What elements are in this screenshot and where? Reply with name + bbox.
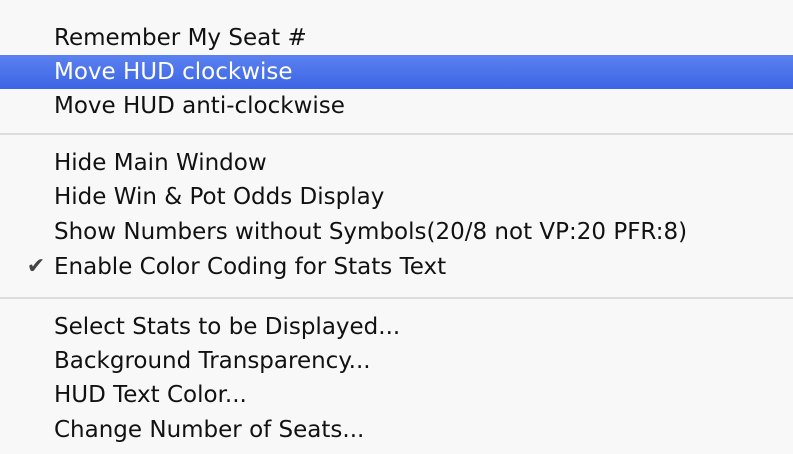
menu-item-move-hud-clockwise[interactable]: Move HUD clockwise	[0, 55, 793, 89]
menu-item-remember-my-seat[interactable]: Remember My Seat #	[0, 21, 793, 55]
menu-separator	[0, 297, 793, 299]
menu-item-select-stats[interactable]: Select Stats to be Displayed...	[0, 310, 793, 344]
menu-item-hide-main-window[interactable]: Hide Main Window	[0, 146, 793, 180]
menu-item-label: Enable Color Coding for Stats Text	[54, 254, 447, 280]
menu-item-hide-win-pot-odds[interactable]: Hide Win & Pot Odds Display	[0, 180, 793, 214]
menu-item-enable-color-coding[interactable]: ✔ Enable Color Coding for Stats Text	[0, 250, 793, 284]
menu-item-label: Hide Main Window	[54, 150, 267, 176]
menu-separator	[0, 133, 793, 135]
menu-item-label: Select Stats to be Displayed...	[54, 314, 401, 340]
menu-item-label: HUD Text Color...	[54, 382, 247, 408]
menu-item-label: Move HUD anti-clockwise	[54, 93, 345, 119]
menu-item-label: Change Number of Seats...	[54, 417, 365, 443]
menu-item-label: Hide Win & Pot Odds Display	[54, 184, 385, 210]
menu-item-label: Show Numbers without Symbols(20/8 not VP…	[54, 219, 688, 245]
menu-item-hud-text-color[interactable]: HUD Text Color...	[0, 378, 793, 412]
menu-item-label: Move HUD clockwise	[54, 59, 293, 85]
checkmark-icon: ✔	[26, 254, 46, 279]
menu-item-move-hud-anti-clockwise[interactable]: Move HUD anti-clockwise	[0, 89, 793, 123]
menu-item-background-transparency[interactable]: Background Transparency...	[0, 344, 793, 378]
context-menu: Remember My Seat # Move HUD clockwise Mo…	[0, 0, 793, 454]
menu-item-change-number-of-seats[interactable]: Change Number of Seats...	[0, 413, 793, 447]
menu-item-label: Remember My Seat #	[54, 25, 307, 51]
menu-item-show-numbers-without-symbols[interactable]: Show Numbers without Symbols(20/8 not VP…	[0, 215, 793, 249]
menu-item-label: Background Transparency...	[54, 348, 371, 374]
